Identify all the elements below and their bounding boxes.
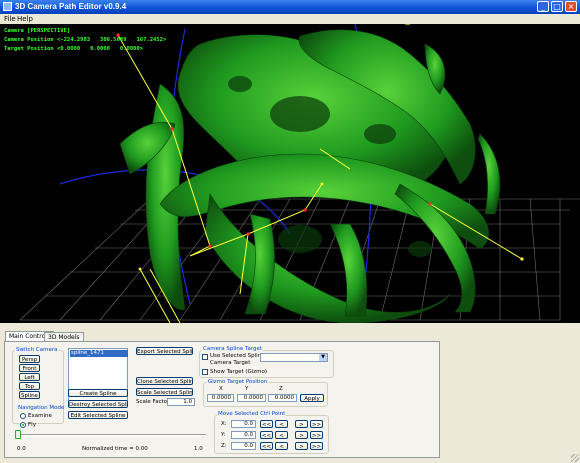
move-ctrl-point-label: Move Selected Ctrl Point <box>217 411 287 417</box>
scale-spline-button[interactable]: Scale Selected Spline <box>136 388 193 396</box>
scene-render <box>19 24 580 323</box>
gizmo-target-label: Gizmo Target Position <box>207 379 269 385</box>
move-y-field[interactable]: 0.0 <box>231 431 256 439</box>
move-y-left-button[interactable]: < <box>275 431 288 439</box>
normalized-time-label: Normalized time = 0.00 <box>82 446 148 452</box>
show-target-checkbox[interactable] <box>202 369 208 375</box>
camera-left-button[interactable]: Left <box>19 373 40 381</box>
target-position-readout: Target Position <0.0000 0.0000 0.0000> <box>4 46 144 52</box>
move-y-label: Y: <box>221 432 226 438</box>
move-z-label: Z: <box>221 443 227 449</box>
resize-grip[interactable] <box>571 454 579 462</box>
move-x-fast-left-button[interactable]: << <box>260 420 273 428</box>
gizmo-apply-button[interactable]: Apply <box>300 394 324 402</box>
fly-radio[interactable] <box>20 422 26 428</box>
scale-factor-field[interactable]: 1.0 <box>167 398 195 406</box>
examine-radio[interactable] <box>20 413 26 419</box>
camera-front-button[interactable]: Front <box>19 364 40 372</box>
menu-help[interactable]: Help <box>17 14 33 24</box>
move-z-field[interactable]: 0.0 <box>231 442 256 450</box>
export-spline-button[interactable]: Export Selected Spline <box>136 347 193 355</box>
move-z-fast-right-button[interactable]: >> <box>310 442 323 450</box>
target-spline-combo[interactable]: ▼ <box>260 353 328 362</box>
move-z-left-button[interactable]: < <box>275 442 288 450</box>
camera-persp-button[interactable]: Persp <box>19 355 40 363</box>
spline-list-item[interactable]: spline_1471 <box>70 350 128 357</box>
title-bar[interactable]: 3D Camera Path Editor v0.9.4 _ □ × <box>0 0 580 14</box>
move-x-right-button[interactable]: > <box>295 420 308 428</box>
timeline-min-label: 0.0 <box>17 446 26 452</box>
fly-label: Fly <box>28 422 36 428</box>
timeline-slider-thumb[interactable] <box>15 430 21 439</box>
move-y-fast-right-button[interactable]: >> <box>310 431 323 439</box>
close-button[interactable]: × <box>565 1 577 12</box>
window-title: 3D Camera Path Editor v0.9.4 <box>15 2 127 11</box>
move-x-fast-right-button[interactable]: >> <box>310 420 323 428</box>
gizmo-z-label: Z <box>279 386 283 392</box>
camera-spline-button[interactable]: Spline <box>19 391 40 399</box>
main-controls-panel: Switch Camera Persp Front Left Top Splin… <box>4 341 440 458</box>
gizmo-z-field[interactable]: 0.0000 <box>268 394 297 402</box>
menu-bar: File Help <box>0 14 580 24</box>
maximize-button[interactable]: □ <box>551 1 563 12</box>
edit-spline-button[interactable]: Edit Selected Spline <box>68 411 128 419</box>
camera-mode-label: Camera [PERSPECTIVE] <box>4 28 71 34</box>
timeline-max-label: 1.0 <box>194 446 203 452</box>
timeline-slider-track[interactable] <box>18 434 206 436</box>
gizmo-x-label: X <box>219 386 223 392</box>
control-panel: Main Controls 3D Models Switch Camera Pe… <box>0 323 580 463</box>
scale-factor-label: Scale Factor: <box>136 399 172 405</box>
use-selected-spline-checkbox[interactable] <box>202 354 208 360</box>
chevron-down-icon[interactable]: ▼ <box>319 354 327 361</box>
navigation-mode-label: Navigation Mode <box>18 405 65 411</box>
show-target-label: Show Target (Gizmo) <box>210 369 268 375</box>
gizmo-x-field[interactable]: 0.0000 <box>207 394 234 402</box>
examine-label: Examine <box>28 413 52 419</box>
move-x-left-button[interactable]: < <box>275 420 288 428</box>
switch-camera-label: Switch Camera <box>15 347 59 353</box>
menu-file[interactable]: File <box>4 14 16 24</box>
move-y-fast-left-button[interactable]: << <box>260 431 273 439</box>
gizmo-y-label: Y <box>245 386 249 392</box>
destroy-spline-button[interactable]: Destroy Selected Spline <box>68 400 128 408</box>
app-icon <box>3 2 12 11</box>
move-x-field[interactable]: 0.0 <box>231 420 256 428</box>
move-z-fast-left-button[interactable]: << <box>260 442 273 450</box>
move-z-right-button[interactable]: > <box>295 442 308 450</box>
camera-top-button[interactable]: Top <box>19 382 40 390</box>
app-window: 3D Camera Path Editor v0.9.4 _ □ × File … <box>0 0 580 463</box>
create-spline-button[interactable]: Create Spline <box>68 389 128 397</box>
3d-viewport[interactable]: Camera [PERSPECTIVE] Camera Position <-2… <box>0 24 580 323</box>
camera-target-label: Camera Target <box>210 360 251 366</box>
gizmo-y-field[interactable]: 0.0000 <box>237 394 266 402</box>
move-x-label: X: <box>221 421 227 427</box>
move-y-right-button[interactable]: > <box>295 431 308 439</box>
camera-position-readout: Camera Position <-224.2983 306.5689 167.… <box>4 37 167 43</box>
camera-spline-target-label: Camera Spline Target <box>202 346 264 352</box>
clone-spline-button[interactable]: Clone Selected Spline <box>136 377 193 385</box>
minimize-button[interactable]: _ <box>537 1 549 12</box>
